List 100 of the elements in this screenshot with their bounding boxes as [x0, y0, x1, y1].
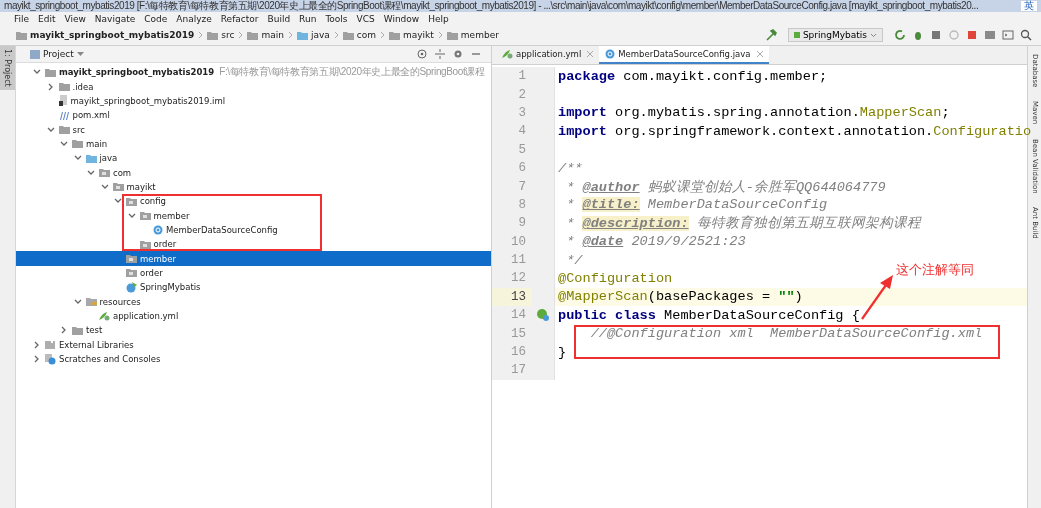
class-icon	[605, 49, 616, 59]
menu-item[interactable]: VCS	[356, 13, 375, 24]
code-line: package com.mayikt.config.member;	[557, 68, 828, 84]
editor-tab[interactable]: MemberDataSourceConfig.java	[599, 46, 769, 64]
project-structure-icon[interactable]	[984, 29, 996, 41]
chevron-icon	[437, 31, 443, 39]
code-line: * @description: 每特教育独创第五期互联网架构课程	[565, 214, 921, 233]
menu-item[interactable]: Window	[383, 13, 420, 24]
breadcrumb[interactable]: src	[207, 30, 235, 40]
coverage-icon[interactable]	[930, 29, 942, 41]
yaml-file-icon	[502, 49, 513, 59]
libraries-icon	[45, 340, 56, 350]
tree-item[interactable]: order	[16, 265, 491, 281]
menu-item[interactable]: Code	[144, 13, 168, 24]
tree-item[interactable]: main	[16, 136, 491, 152]
menu-item[interactable]: Build	[267, 13, 291, 24]
line-number: 12	[492, 269, 532, 288]
run-configuration-dropdown[interactable]: SpringMybatis	[787, 28, 883, 42]
menu-item[interactable]: Analyze	[176, 13, 212, 24]
folder-icon	[126, 196, 137, 206]
hammer-icon[interactable]	[764, 29, 777, 41]
caret-icon	[76, 51, 84, 57]
code-line: /**	[557, 160, 583, 176]
tree-item[interactable]: com	[16, 165, 491, 180]
folder-icon	[139, 211, 151, 221]
line-number: 17	[492, 361, 532, 380]
breadcrumb[interactable]: main	[247, 30, 284, 40]
tree-item[interactable]: config	[16, 194, 491, 209]
code-line: import org.mybatis.spring.annotation.MapperScan;	[557, 105, 950, 121]
spring-class-icon	[126, 281, 137, 293]
spring-icon	[793, 32, 800, 38]
tree-item[interactable]: mayikt_springboot_mybatis2019 F:\每特教育\每特教育第五期\2020年史上最全的SpringBoot课程	[16, 65, 491, 80]
tree-item[interactable]: SpringMybatis	[16, 280, 491, 295]
folder-icon	[126, 268, 137, 278]
tree-item[interactable]: mayikt	[16, 179, 491, 195]
tree-item[interactable]: order	[16, 237, 491, 252]
folder-icon	[342, 30, 354, 40]
ime-indicator[interactable]: 英	[1021, 1, 1037, 11]
bug-icon[interactable]	[912, 29, 924, 41]
tree-item[interactable]: Scratches and Consoles	[16, 351, 491, 367]
scratches-icon	[45, 353, 56, 365]
folder-icon	[72, 139, 83, 149]
folder-icon	[139, 239, 151, 249]
folder-icon	[99, 168, 110, 178]
menu-item[interactable]: Navigate	[94, 13, 136, 24]
chevron-icon	[238, 31, 244, 39]
chevron-icon	[380, 31, 385, 39]
menu-item[interactable]: Tools	[325, 13, 348, 24]
tree-item[interactable]: test	[16, 323, 491, 338]
folder-icon	[16, 30, 27, 40]
breadcrumb[interactable]: mayikt_springboot_mybatis2019	[16, 30, 195, 40]
tree-item[interactable]: .idea	[16, 79, 491, 94]
bean-icon[interactable]	[536, 308, 550, 323]
menu-item[interactable]: File	[14, 13, 30, 24]
tree-item[interactable]: MemberDataSourceConfig	[16, 222, 491, 238]
chevron-icon	[333, 31, 339, 39]
tree-item[interactable]: application.yml	[16, 308, 491, 324]
code-line: }	[557, 344, 567, 360]
folder-icon	[207, 30, 219, 40]
folder-icon	[45, 67, 56, 77]
stop-icon[interactable]	[966, 29, 978, 41]
project-icon	[30, 49, 40, 59]
tree-item[interactable]: src	[16, 122, 491, 137]
tree-item[interactable]: member	[16, 251, 491, 266]
file-icon	[58, 95, 68, 107]
terminal-icon[interactable]	[1002, 29, 1014, 41]
tree-item[interactable]: member	[16, 208, 491, 223]
breadcrumb[interactable]: mayikt	[389, 30, 434, 40]
tree-item[interactable]: java	[16, 151, 491, 166]
code-line: * @author 蚂蚁课堂创始人-余胜军QQ644064779	[565, 178, 886, 196]
window-title: mayikt_springboot_mybatis2019 [F:\每特教育\每特教育第五期\2020年史上最全的SpringBoot课程\mayikt_springboot_mybatis2019] - ...\src\main\java\com\mayikt\config\member\MemberDataSourceConfig.java [mayikt_springboot_mybatis20...	[4, 0, 980, 12]
editor-tab[interactable]: application.yml	[496, 46, 600, 64]
tree-item[interactable]: External Libraries	[16, 337, 491, 352]
code-line: public class MemberDataSourceConfig {	[557, 307, 860, 323]
menu-item[interactable]: Help	[428, 13, 449, 24]
folder-icon	[85, 297, 97, 307]
code-line: @MapperScan(basePackages = "")	[557, 289, 803, 305]
settings-icon[interactable]	[452, 48, 464, 60]
yaml-file-icon	[99, 311, 110, 321]
project-tool-button[interactable]: 1: Project	[0, 46, 15, 90]
search-icon[interactable]	[1020, 29, 1032, 41]
tree-item[interactable]: pom.xml	[16, 108, 491, 123]
breadcrumb[interactable]: member	[446, 30, 499, 40]
menu-item[interactable]: View	[64, 13, 86, 24]
menu-item[interactable]: Refactor	[220, 13, 259, 24]
code-line: //@Configuration xml MemberDataSourceConfig.xml	[589, 326, 983, 342]
menu-item[interactable]: Run	[299, 13, 317, 24]
crosshair-icon[interactable]	[416, 48, 428, 60]
caret-icon	[870, 32, 877, 38]
breadcrumb[interactable]: com	[342, 30, 376, 40]
path-hint: F:\每特教育\每特教育第五期\2020年史上最全的SpringBoot课程	[219, 65, 485, 80]
code-line: @Configuration	[557, 271, 673, 286]
annotation-arrow	[860, 275, 894, 321]
project-view-dropdown[interactable]: Project	[30, 49, 84, 59]
folder-icon	[389, 30, 400, 40]
breadcrumb[interactable]: java	[296, 30, 330, 40]
menu-item[interactable]: Edit	[38, 13, 56, 24]
tree-item[interactable]: resources	[16, 294, 491, 309]
rerun-icon[interactable]	[894, 29, 906, 41]
tree-item[interactable]: mayikt_springboot_mybatis2019.iml	[16, 93, 491, 109]
